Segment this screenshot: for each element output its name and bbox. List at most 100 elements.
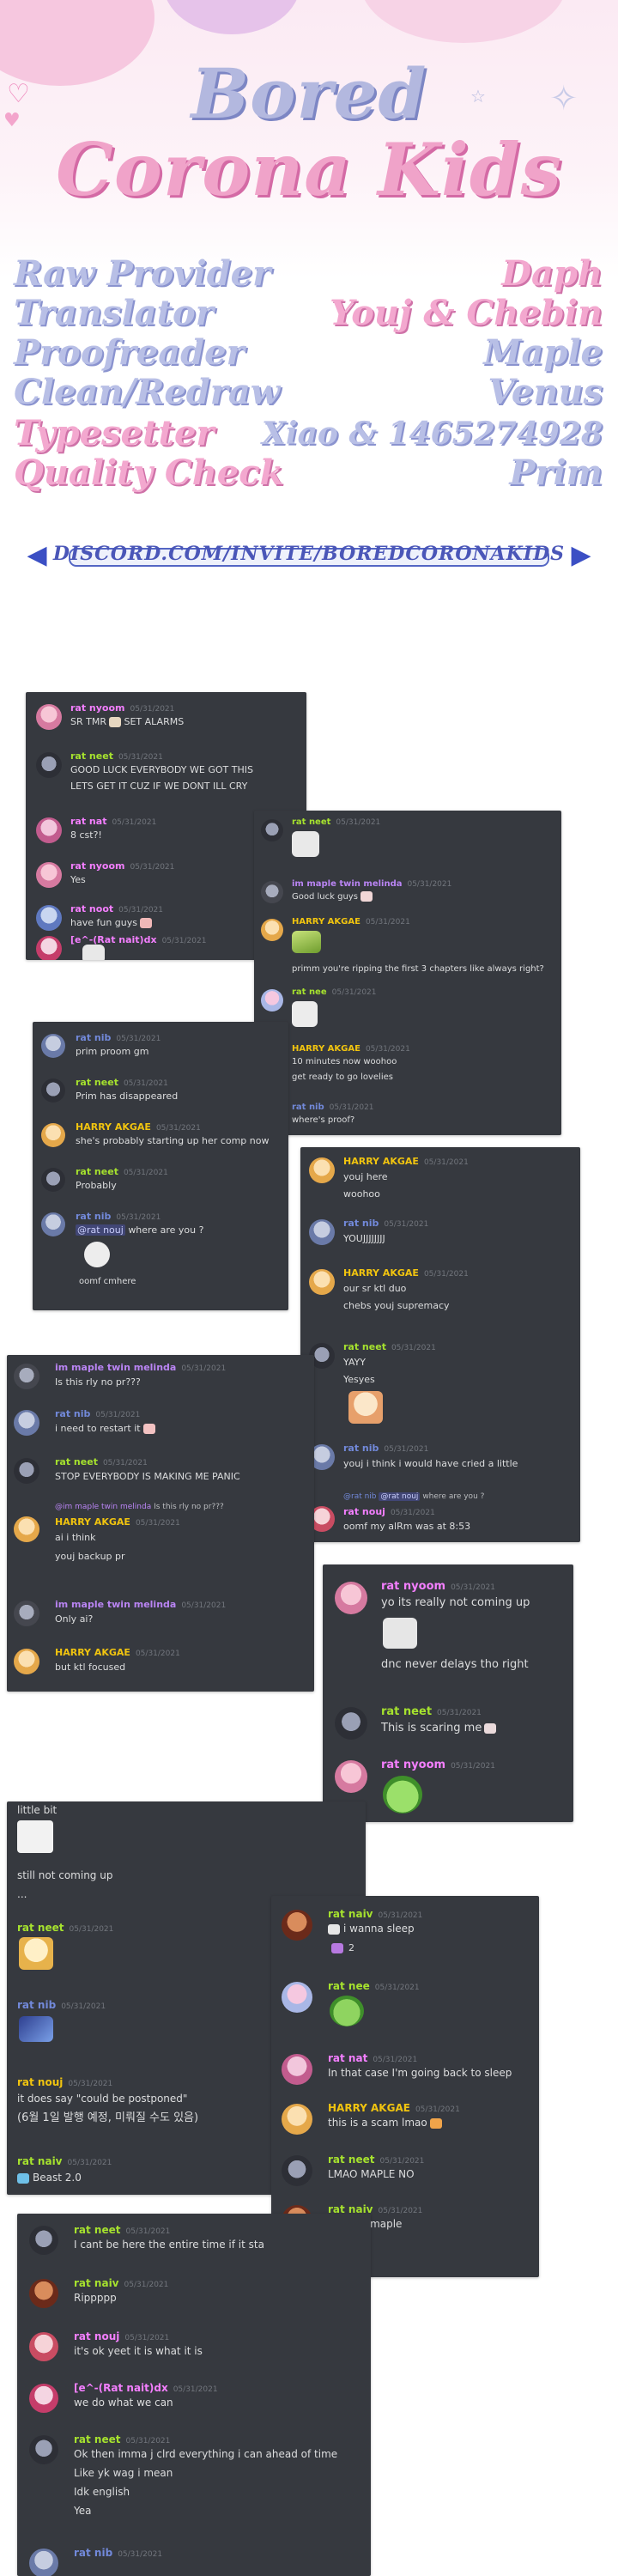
username[interactable]: [e^-(Rat nait)dx 05/31/2021: [74, 2382, 218, 2394]
username[interactable]: HARRY AKGAE 05/31/2021: [343, 1267, 469, 1279]
avatar[interactable]: [29, 2279, 58, 2308]
username[interactable]: rat neet 05/31/2021: [292, 817, 380, 827]
username[interactable]: HARRY AKGAE 05/31/2021: [292, 1044, 410, 1054]
avatar[interactable]: [41, 1034, 65, 1058]
avatar[interactable]: [261, 819, 283, 841]
username[interactable]: HARRY AKGAE 05/31/2021: [55, 1516, 180, 1528]
avatar[interactable]: [282, 2155, 312, 2186]
avatar[interactable]: [261, 881, 283, 903]
avatar[interactable]: [309, 1219, 335, 1245]
avatar[interactable]: [282, 1910, 312, 1941]
credit-role: Proofreader: [14, 332, 245, 373]
username[interactable]: rat naiv 05/31/2021: [74, 2277, 168, 2289]
username[interactable]: HARRY AKGAE 05/31/2021: [343, 1156, 469, 1167]
avatar[interactable]: [14, 1364, 39, 1389]
username[interactable]: rat naiv 05/31/2021: [328, 1908, 422, 1920]
username[interactable]: rat neet 05/31/2021: [328, 2154, 424, 2166]
username[interactable]: rat nyoom 05/31/2021: [381, 1759, 495, 1771]
username[interactable]: rat nib 05/31/2021: [76, 1211, 161, 1222]
avatar[interactable]: [282, 2104, 312, 2135]
frog-sticker: [383, 1776, 422, 1814]
avatar[interactable]: [309, 1269, 335, 1295]
avatar[interactable]: [282, 2054, 312, 2085]
username[interactable]: rat nee 05/31/2021: [292, 987, 377, 997]
avatar[interactable]: [335, 1760, 367, 1793]
sticker-image: [348, 1391, 383, 1424]
username[interactable]: rat nee 05/31/2021: [328, 1980, 420, 1992]
username[interactable]: rat neet 05/31/2021: [70, 750, 163, 762]
avatar[interactable]: [14, 1516, 39, 1542]
username[interactable]: rat nat 05/31/2021: [328, 2052, 417, 2064]
avatar[interactable]: [36, 936, 62, 960]
discord-link-text[interactable]: DISCORD.COM/INVITE/BOREDCORONAKIDS: [17, 543, 601, 565]
message-text: woohoo: [343, 1188, 380, 1200]
username[interactable]: rat neet 05/31/2021: [74, 2433, 170, 2445]
user-mention[interactable]: @rat nouj: [76, 1224, 125, 1236]
username[interactable]: HARRY AKGAE 05/31/2021: [328, 2102, 460, 2114]
avatar[interactable]: [29, 2384, 58, 2413]
avatar[interactable]: [29, 2435, 58, 2464]
sticker-image: [383, 1618, 417, 1649]
username[interactable]: rat nat 05/31/2021: [70, 816, 156, 827]
username[interactable]: rat nouj 05/31/2021: [17, 2076, 112, 2088]
avatar[interactable]: [36, 704, 62, 730]
message-text: 8 cst?!: [70, 829, 102, 841]
username[interactable]: rat nib 05/31/2021: [343, 1443, 428, 1454]
username[interactable]: im maple twin melinda 05/31/2021: [55, 1362, 226, 1373]
username[interactable]: rat nyoom 05/31/2021: [70, 860, 174, 872]
avatar[interactable]: [14, 1410, 39, 1436]
avatar[interactable]: [14, 1458, 39, 1484]
avatar[interactable]: [335, 1582, 367, 1614]
avatar[interactable]: [41, 1123, 65, 1147]
avatar[interactable]: [309, 1157, 335, 1183]
username[interactable]: rat nib 05/31/2021: [55, 1408, 140, 1419]
username[interactable]: HARRY AKGAE 05/31/2021: [292, 917, 410, 927]
username[interactable]: rat neet 05/31/2021: [17, 1922, 113, 1934]
message-text: STOP EVERYBODY IS MAKING ME PANIC: [55, 1471, 240, 1482]
username[interactable]: rat nib 05/31/2021: [292, 1103, 374, 1112]
username[interactable]: rat neet 05/31/2021: [55, 1456, 148, 1467]
username[interactable]: rat neet 05/31/2021: [76, 1077, 168, 1088]
avatar[interactable]: [36, 905, 62, 931]
avatar[interactable]: [335, 1707, 367, 1740]
username[interactable]: rat nib 05/31/2021: [76, 1032, 161, 1043]
avatar[interactable]: [261, 989, 283, 1012]
username[interactable]: rat nouj 05/31/2021: [343, 1506, 435, 1517]
avatar[interactable]: [36, 817, 62, 843]
username[interactable]: rat noot 05/31/2021: [70, 903, 163, 914]
username[interactable]: rat neet 05/31/2021: [343, 1341, 436, 1352]
avatar[interactable]: [29, 2549, 58, 2576]
message-text: ai i think: [55, 1532, 96, 1543]
reply-preview[interactable]: @rat nib @rat nouj where are you ?: [343, 1492, 484, 1501]
username[interactable]: rat nyoom 05/31/2021: [70, 702, 174, 714]
username[interactable]: rat nib 05/31/2021: [17, 1999, 106, 2011]
username[interactable]: rat nouj 05/31/2021: [74, 2330, 169, 2342]
username[interactable]: rat neet 05/31/2021: [74, 2224, 170, 2236]
avatar[interactable]: [29, 2332, 58, 2361]
avatar[interactable]: [29, 2226, 58, 2255]
username[interactable]: rat neet 05/31/2021: [76, 1166, 168, 1177]
username[interactable]: rat nib 05/31/2021: [343, 1218, 428, 1229]
avatar[interactable]: [41, 1168, 65, 1192]
reply-preview[interactable]: @im maple twin melinda Is this rly no pr…: [55, 1503, 224, 1511]
discord-invite-link[interactable]: ◀ ▶ DISCORD.COM/INVITE/BOREDCORONAKIDS: [17, 538, 601, 574]
reaction-count[interactable]: 2: [331, 1941, 354, 1955]
username[interactable]: rat nyoom 05/31/2021: [381, 1580, 495, 1593]
avatar[interactable]: [14, 1601, 39, 1626]
avatar[interactable]: [282, 1982, 312, 2013]
username[interactable]: rat naiv 05/31/2021: [17, 2155, 112, 2167]
username[interactable]: HARRY AKGAE 05/31/2021: [55, 1647, 180, 1658]
avatar[interactable]: [36, 862, 62, 888]
username[interactable]: im maple twin melinda 05/31/2021: [292, 879, 451, 889]
avatar[interactable]: [14, 1649, 39, 1674]
username[interactable]: HARRY AKGAE 05/31/2021: [76, 1121, 201, 1133]
username[interactable]: rat nib 05/31/2021: [74, 2547, 162, 2559]
avatar[interactable]: [41, 1212, 65, 1236]
avatar[interactable]: [36, 752, 62, 778]
avatar[interactable]: [41, 1078, 65, 1103]
username[interactable]: im maple twin melinda 05/31/2021: [55, 1599, 226, 1610]
username[interactable]: rat neet 05/31/2021: [381, 1705, 482, 1718]
message-text: youj here: [343, 1171, 388, 1182]
avatar[interactable]: [261, 919, 283, 941]
message-text: still not coming up: [17, 1869, 113, 1881]
